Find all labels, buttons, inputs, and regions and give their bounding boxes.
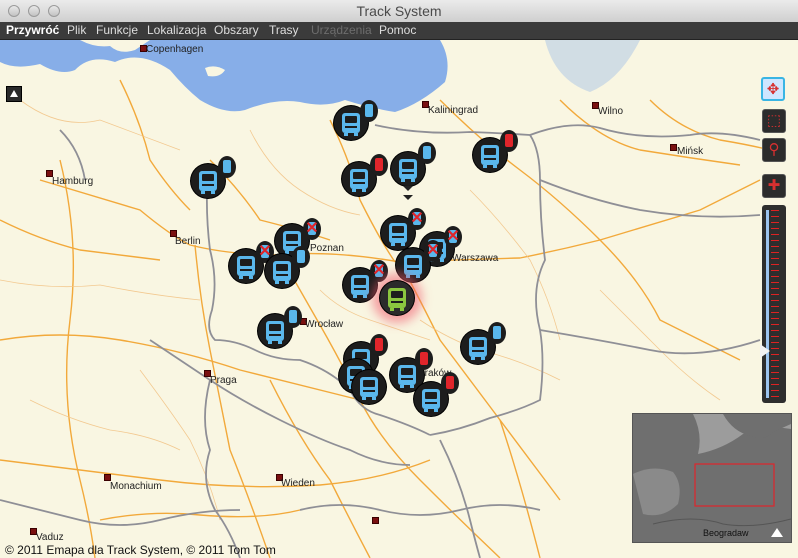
phone-status-icon — [488, 322, 506, 344]
menu-plik[interactable]: Plik — [67, 23, 86, 37]
bus-icon — [389, 223, 407, 246]
pan-tool-button[interactable]: ✥ — [761, 77, 785, 101]
zoom-in-button[interactable]: ✚ — [762, 174, 786, 198]
city-label-warszawa: Warszawa — [452, 253, 499, 264]
menu-pomoc[interactable]: Pomoc — [379, 23, 416, 37]
city-label-copenhagen: Copenhagen — [146, 44, 204, 55]
no-signal-phone-icon: ✕ — [370, 260, 388, 282]
bus-icon — [266, 321, 284, 344]
phone-status-icon — [370, 154, 388, 176]
city-dot-bratislava — [372, 517, 379, 524]
phone-status-icon — [370, 334, 388, 356]
phone-status-icon — [418, 142, 436, 164]
zoom-slider-ticks — [771, 210, 779, 398]
city-label-wilno: Wilno — [598, 106, 624, 117]
move-icon: ✥ — [766, 81, 780, 98]
chevron-down-icon — [403, 186, 413, 191]
no-signal-phone-icon: ✕ — [303, 218, 321, 240]
bus-icon — [342, 113, 360, 136]
overview-label: Beogradaw — [703, 528, 749, 538]
bus-icon — [469, 337, 487, 360]
city-dot-monachium — [104, 474, 111, 481]
phone-status-icon — [500, 130, 518, 152]
phone-status-icon — [218, 156, 236, 178]
city-label-vaduz: Vaduz — [36, 532, 64, 543]
city-label-berlin: Berlin — [175, 236, 201, 247]
window-title: Track System — [356, 3, 442, 19]
city-label-praga: Praga — [210, 375, 237, 386]
search-tool-button[interactable]: ⚲ — [762, 138, 786, 162]
phone-status-icon — [360, 100, 378, 122]
no-signal-phone-icon: ✕ — [444, 226, 462, 248]
city-dot-minsk — [670, 144, 677, 151]
water-baltic-sea — [0, 40, 448, 112]
bus-icon — [422, 389, 440, 412]
bus-icon — [404, 255, 422, 278]
bus-icon — [388, 288, 406, 311]
map-copyright: © 2011 Emapa dla Track System, © 2011 To… — [5, 543, 276, 557]
menu-bar: Przywróć Plik Funkcje Lokalizacja Obszar… — [0, 22, 798, 40]
menu-przywroc[interactable]: Przywróć — [6, 23, 59, 37]
bus-icon — [351, 275, 369, 298]
vehicle-marker[interactable] — [352, 370, 386, 404]
city-label-minsk: Mińsk — [677, 146, 704, 157]
city-label-wroclaw: Wrocław — [305, 319, 344, 330]
overview-map-graphic — [633, 414, 791, 542]
phone-status-icon — [284, 306, 302, 328]
map-corner-toggle-button[interactable] — [6, 86, 22, 102]
menu-funkcje[interactable]: Funkcje — [96, 23, 138, 37]
menu-urzadzenia: Urządzenia — [311, 23, 372, 37]
zoom-slider-rail — [766, 210, 769, 398]
city-label-kaliningrad: Kaliningrad — [428, 105, 479, 116]
plus-icon: ✚ — [767, 177, 781, 194]
chevron-down-icon — [403, 195, 413, 200]
bus-icon — [199, 171, 217, 194]
window-titlebar: Track System — [0, 0, 798, 23]
city-label-wieden: Wieden — [281, 478, 315, 489]
menu-trasy[interactable]: Trasy — [269, 23, 299, 37]
menu-obszary[interactable]: Obszary — [214, 23, 259, 37]
bus-icon — [398, 365, 416, 388]
select-area-icon: ⬚ — [766, 112, 782, 129]
menu-lokalizacja[interactable]: Lokalizacja — [147, 23, 206, 37]
bus-icon — [360, 377, 378, 400]
bus-icon — [481, 145, 499, 168]
zoom-slider-thumb[interactable] — [760, 344, 770, 358]
bus-icon — [237, 256, 255, 279]
select-area-tool-button[interactable]: ⬚ — [762, 109, 786, 133]
phone-status-icon — [441, 372, 459, 394]
bus-icon — [273, 261, 291, 284]
city-label-poznan: Poznan — [310, 243, 344, 254]
phone-status-icon — [415, 348, 433, 370]
bus-icon — [399, 159, 417, 182]
overview-minimap[interactable]: Beogradaw — [632, 413, 792, 543]
bus-icon — [350, 169, 368, 192]
no-signal-phone-icon: ✕ — [424, 240, 442, 262]
no-signal-phone-icon: ✕ — [408, 208, 426, 230]
city-label-hamburg: Hamburg — [52, 176, 94, 187]
phone-status-icon — [292, 246, 310, 268]
selected-vehicle-marker[interactable] — [380, 281, 414, 315]
city-label-monachium: Monachium — [110, 481, 162, 492]
triangle-up-icon — [10, 90, 18, 97]
magnifier-icon: ⚲ — [768, 141, 780, 158]
overview-collapse-icon[interactable] — [771, 528, 783, 537]
water-lake-area — [545, 40, 640, 92]
land-hel-spit — [394, 108, 421, 117]
